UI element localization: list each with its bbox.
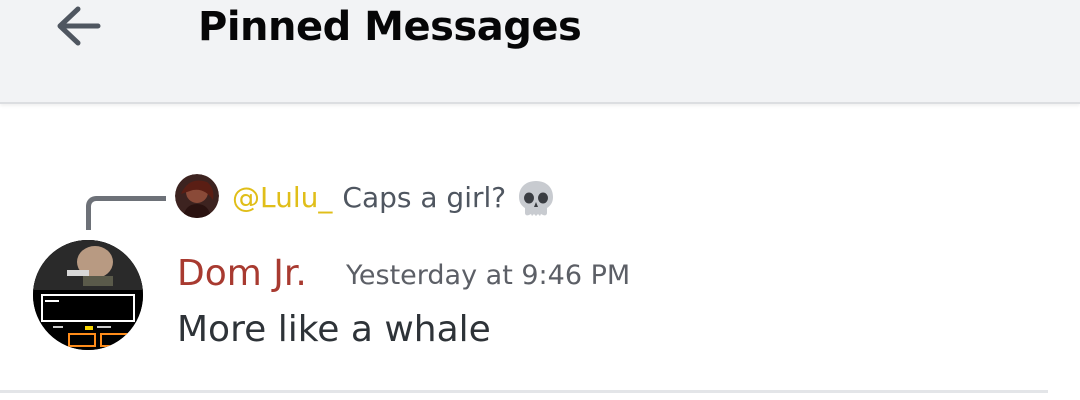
reply-connector-line [86, 196, 166, 230]
reply-author-name[interactable]: @Lulu_ [232, 176, 332, 220]
arrow-left-icon [57, 6, 101, 46]
back-button[interactable] [50, 4, 106, 48]
message-author-name[interactable]: Dom Jr. [177, 250, 307, 298]
message-content: More like a whale [177, 309, 491, 350]
divider [0, 390, 1048, 393]
author-avatar[interactable] [33, 240, 143, 350]
skull-icon [519, 181, 554, 216]
page-title: Pinned Messages [198, 4, 582, 50]
reply-author-avatar[interactable] [175, 174, 219, 218]
message-timestamp: Yesterday at 9:46 PM [346, 260, 631, 291]
reply-preview[interactable]: @Lulu_ Caps a girl? [232, 176, 556, 220]
header-bar: Pinned Messages [0, 0, 1080, 104]
reply-text: Caps a girl? [342, 181, 507, 214]
